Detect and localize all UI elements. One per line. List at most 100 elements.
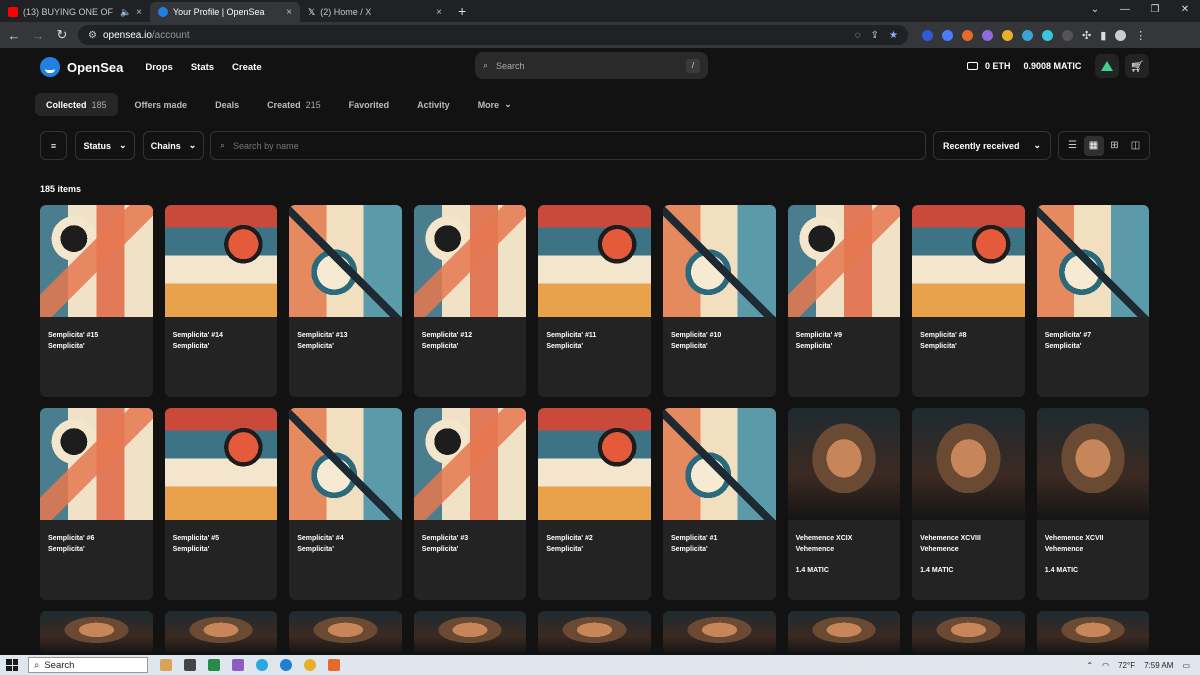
tab-more[interactable]: More ⌄ bbox=[467, 93, 523, 116]
nft-image[interactable] bbox=[289, 205, 402, 317]
nft-card[interactable]: Semplicita' #4 Semplicita' bbox=[289, 408, 402, 600]
clock[interactable]: 7:59 AM bbox=[1144, 661, 1173, 670]
maximize-button[interactable]: ❐ bbox=[1140, 0, 1170, 22]
nav-drops[interactable]: Drops bbox=[145, 62, 172, 73]
large-grid-view-icon[interactable]: ⊞ bbox=[1105, 136, 1125, 156]
nft-card[interactable]: Semplicita' #3 Semplicita' bbox=[413, 408, 527, 600]
nft-image[interactable] bbox=[40, 611, 153, 653]
chrome-icon[interactable] bbox=[304, 659, 316, 671]
wifi-icon[interactable]: ◠ bbox=[1102, 661, 1109, 670]
filter-toggle-button[interactable]: ≡ bbox=[40, 131, 67, 160]
nft-card[interactable]: Semplicita' #5 Semplicita' bbox=[164, 408, 278, 600]
site-info-icon[interactable]: ⚙ bbox=[88, 30, 97, 41]
app-icon[interactable] bbox=[232, 659, 244, 671]
minimize-button[interactable]: — bbox=[1110, 0, 1140, 22]
nft-image[interactable] bbox=[1036, 408, 1150, 520]
tab-offers-made[interactable]: Offers made bbox=[124, 93, 199, 116]
tab-favorited[interactable]: Favorited bbox=[338, 93, 401, 116]
edge-icon[interactable] bbox=[280, 659, 292, 671]
browser-tab-opensea[interactable]: Your Profile | OpenSea × bbox=[150, 2, 300, 22]
reload-button[interactable]: ↻ bbox=[54, 27, 70, 43]
tab-collected[interactable]: Collected 185 bbox=[35, 93, 118, 116]
excel-icon[interactable] bbox=[208, 659, 220, 671]
nft-image[interactable] bbox=[912, 205, 1025, 317]
nft-image[interactable] bbox=[289, 611, 402, 653]
profile-avatar-button[interactable] bbox=[1095, 54, 1119, 78]
taskbar-search[interactable]: ⌕ Search bbox=[28, 657, 148, 673]
nft-card[interactable]: Semplicita' #13 Semplicita' bbox=[289, 205, 402, 397]
new-tab-button[interactable]: + bbox=[450, 2, 474, 22]
nft-image[interactable] bbox=[662, 408, 776, 520]
address-bar[interactable]: ⚙ opensea.io/account ◌ ⇪ ★ bbox=[78, 25, 908, 45]
nft-card[interactable] bbox=[40, 611, 153, 653]
nft-card[interactable]: Vehemence XCVII Vehemence 1.4 MATIC bbox=[1036, 408, 1150, 600]
weather-icon[interactable]: 72°F bbox=[1118, 661, 1135, 670]
global-search-input[interactable]: ⌕ Search / bbox=[475, 52, 708, 79]
nft-image[interactable] bbox=[413, 611, 527, 653]
nft-card[interactable]: Semplicita' #2 Semplicita' bbox=[538, 408, 651, 600]
nft-card[interactable]: Semplicita' #7 Semplicita' bbox=[1036, 205, 1150, 397]
nft-image[interactable] bbox=[912, 408, 1025, 520]
nav-stats[interactable]: Stats bbox=[191, 62, 214, 73]
nft-card[interactable] bbox=[164, 611, 278, 653]
nft-image[interactable] bbox=[538, 611, 651, 653]
puzzle-icon[interactable]: ✣ bbox=[1082, 29, 1091, 42]
nft-image[interactable] bbox=[164, 205, 278, 317]
nft-image[interactable] bbox=[1036, 611, 1150, 653]
extension-icon[interactable] bbox=[962, 29, 973, 41]
nft-card[interactable] bbox=[1036, 611, 1150, 653]
status-dropdown[interactable]: Status ⌄ bbox=[75, 131, 135, 160]
nft-card[interactable]: Semplicita' #14 Semplicita' bbox=[164, 205, 278, 397]
grid-view-icon[interactable]: ▦ bbox=[1083, 135, 1104, 156]
nft-card[interactable]: Semplicita' #9 Semplicita' bbox=[787, 205, 901, 397]
nft-image[interactable] bbox=[164, 611, 278, 653]
extension-icon[interactable] bbox=[922, 29, 933, 41]
speaker-icon[interactable]: 🔈 bbox=[120, 7, 131, 18]
opensea-logo[interactable]: OpenSea bbox=[40, 57, 123, 77]
nft-image[interactable] bbox=[538, 408, 651, 520]
nft-image[interactable] bbox=[787, 205, 901, 317]
nft-image[interactable] bbox=[40, 205, 153, 317]
extension-icon[interactable] bbox=[1002, 29, 1013, 41]
desktop-app-icon[interactable] bbox=[160, 659, 172, 671]
nft-image[interactable] bbox=[912, 611, 1025, 653]
wallet-balance-button[interactable]: 0 ETH 0.9008 MATIC bbox=[967, 54, 1085, 78]
nft-card[interactable] bbox=[289, 611, 402, 653]
avatar[interactable] bbox=[1115, 29, 1127, 41]
nft-card[interactable] bbox=[662, 611, 776, 653]
tab-created[interactable]: Created 215 bbox=[256, 93, 332, 116]
nft-card[interactable]: Vehemence XCIX Vehemence 1.4 MATIC bbox=[787, 408, 901, 600]
nft-image[interactable] bbox=[787, 611, 901, 653]
search-by-name-field[interactable]: ⌕ bbox=[210, 131, 926, 160]
nft-card[interactable] bbox=[413, 611, 527, 653]
nft-image[interactable] bbox=[787, 408, 901, 520]
eye-off-icon[interactable]: ◌ bbox=[855, 30, 861, 41]
nft-image[interactable] bbox=[40, 408, 153, 520]
app-icon[interactable] bbox=[328, 659, 340, 671]
browser-tab-youtube[interactable]: (13) BUYING ONE OF A KIN 🔈 × bbox=[0, 2, 150, 22]
sort-dropdown[interactable]: Recently received ⌄ bbox=[933, 131, 1051, 160]
shield-icon[interactable] bbox=[942, 29, 953, 41]
nft-card[interactable]: Semplicita' #15 Semplicita' bbox=[40, 205, 153, 397]
nft-card[interactable]: Vehemence XCVIII Vehemence 1.4 MATIC bbox=[912, 408, 1025, 600]
extension-icon[interactable] bbox=[1062, 29, 1073, 41]
tab-activity[interactable]: Activity bbox=[406, 93, 461, 116]
tab-deals[interactable]: Deals bbox=[204, 93, 250, 116]
nft-image[interactable] bbox=[538, 205, 651, 317]
close-icon[interactable]: × bbox=[436, 7, 442, 18]
nft-card[interactable] bbox=[787, 611, 901, 653]
kebab-menu-icon[interactable]: ⋮ bbox=[1135, 29, 1146, 42]
windows-start-icon[interactable] bbox=[6, 659, 18, 671]
nft-image[interactable] bbox=[662, 205, 776, 317]
tab-search-icon[interactable]: ⌄ bbox=[1080, 0, 1110, 22]
nft-card[interactable]: Semplicita' #11 Semplicita' bbox=[538, 205, 651, 397]
search-by-name-input[interactable] bbox=[233, 140, 834, 151]
chains-dropdown[interactable]: Chains ⌄ bbox=[143, 131, 204, 160]
sidebar-icon[interactable]: ▮ bbox=[1100, 29, 1106, 42]
nft-card[interactable]: Semplicita' #1 Semplicita' bbox=[662, 408, 776, 600]
nft-card[interactable]: Semplicita' #6 Semplicita' bbox=[40, 408, 153, 600]
nft-card[interactable]: Semplicita' #8 Semplicita' bbox=[912, 205, 1025, 397]
nft-image[interactable] bbox=[662, 611, 776, 653]
nav-create[interactable]: Create bbox=[232, 62, 262, 73]
extension-icon[interactable] bbox=[1022, 29, 1033, 41]
